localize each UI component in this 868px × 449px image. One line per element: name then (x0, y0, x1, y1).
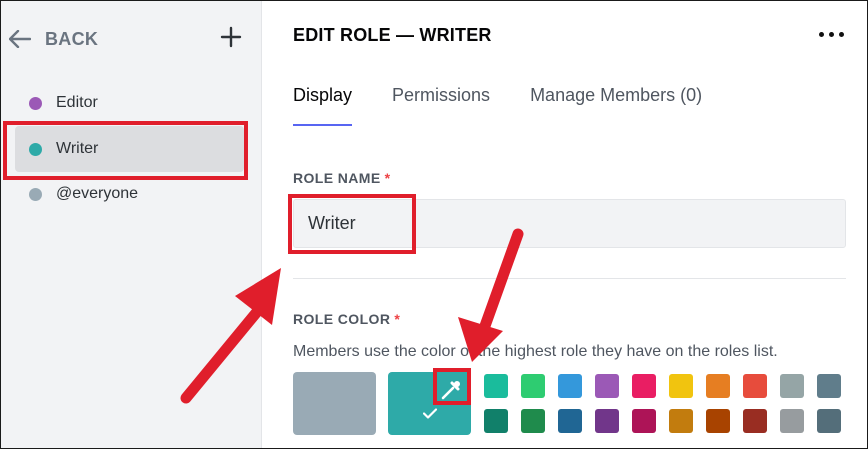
back-button[interactable]: BACK (9, 25, 98, 53)
color-swatch[interactable] (632, 374, 656, 398)
page-title: EDIT ROLE — WRITER (293, 25, 492, 45)
tab-display[interactable]: Display (293, 85, 353, 126)
add-role-icon[interactable] (219, 25, 243, 49)
checkmark-icon (422, 408, 437, 419)
annotation-highlight-box (3, 121, 248, 180)
color-swatch[interactable] (706, 374, 730, 398)
role-item-editor[interactable]: Editor (15, 80, 244, 126)
color-swatch[interactable] (558, 374, 582, 398)
color-swatch[interactable] (743, 409, 767, 433)
color-swatch[interactable] (632, 409, 656, 433)
color-swatch[interactable] (558, 409, 582, 433)
color-swatch[interactable] (595, 374, 619, 398)
role-item-label: @everyone (56, 185, 139, 202)
role-color-label: ROLE COLOR (293, 311, 391, 327)
role-color-dot (29, 187, 42, 201)
tab-permissions[interactable]: Permissions (392, 85, 490, 126)
back-label: BACK (45, 28, 99, 49)
role-color-description: Members use the color of the highest rol… (293, 343, 778, 360)
tab-bar: Display Permissions Manage Members (0) (293, 85, 702, 126)
color-swatch[interactable] (780, 409, 804, 433)
role-name-label: ROLE NAME (293, 170, 381, 186)
color-swatch[interactable] (817, 409, 841, 433)
color-swatch[interactable] (484, 409, 508, 433)
tab-manage-members[interactable]: Manage Members (0) (530, 85, 702, 126)
more-options-icon[interactable] (819, 32, 844, 37)
arrow-left-icon (9, 30, 31, 48)
annotation-highlight-box (288, 194, 416, 254)
color-swatch[interactable] (669, 409, 693, 433)
role-name-heading: ROLE NAME * (293, 170, 390, 186)
required-mark: * (384, 170, 391, 186)
color-swatch[interactable] (669, 374, 693, 398)
color-swatch[interactable] (484, 374, 508, 398)
divider (293, 278, 846, 279)
annotation-highlight-box (433, 368, 471, 405)
color-swatch[interactable] (521, 374, 545, 398)
default-color-swatch[interactable] (293, 372, 376, 435)
role-color-heading: ROLE COLOR * (293, 311, 400, 327)
role-item-label: Editor (56, 94, 98, 111)
color-swatch[interactable] (780, 374, 804, 398)
required-mark: * (394, 311, 401, 327)
role-color-dot (29, 96, 42, 110)
color-swatch[interactable] (521, 409, 545, 433)
color-swatch[interactable] (706, 409, 730, 433)
color-swatch[interactable] (595, 409, 619, 433)
roles-sidebar: BACK Editor Writer @everyone (1, 1, 262, 448)
color-swatch[interactable] (817, 374, 841, 398)
color-swatch[interactable] (743, 374, 767, 398)
